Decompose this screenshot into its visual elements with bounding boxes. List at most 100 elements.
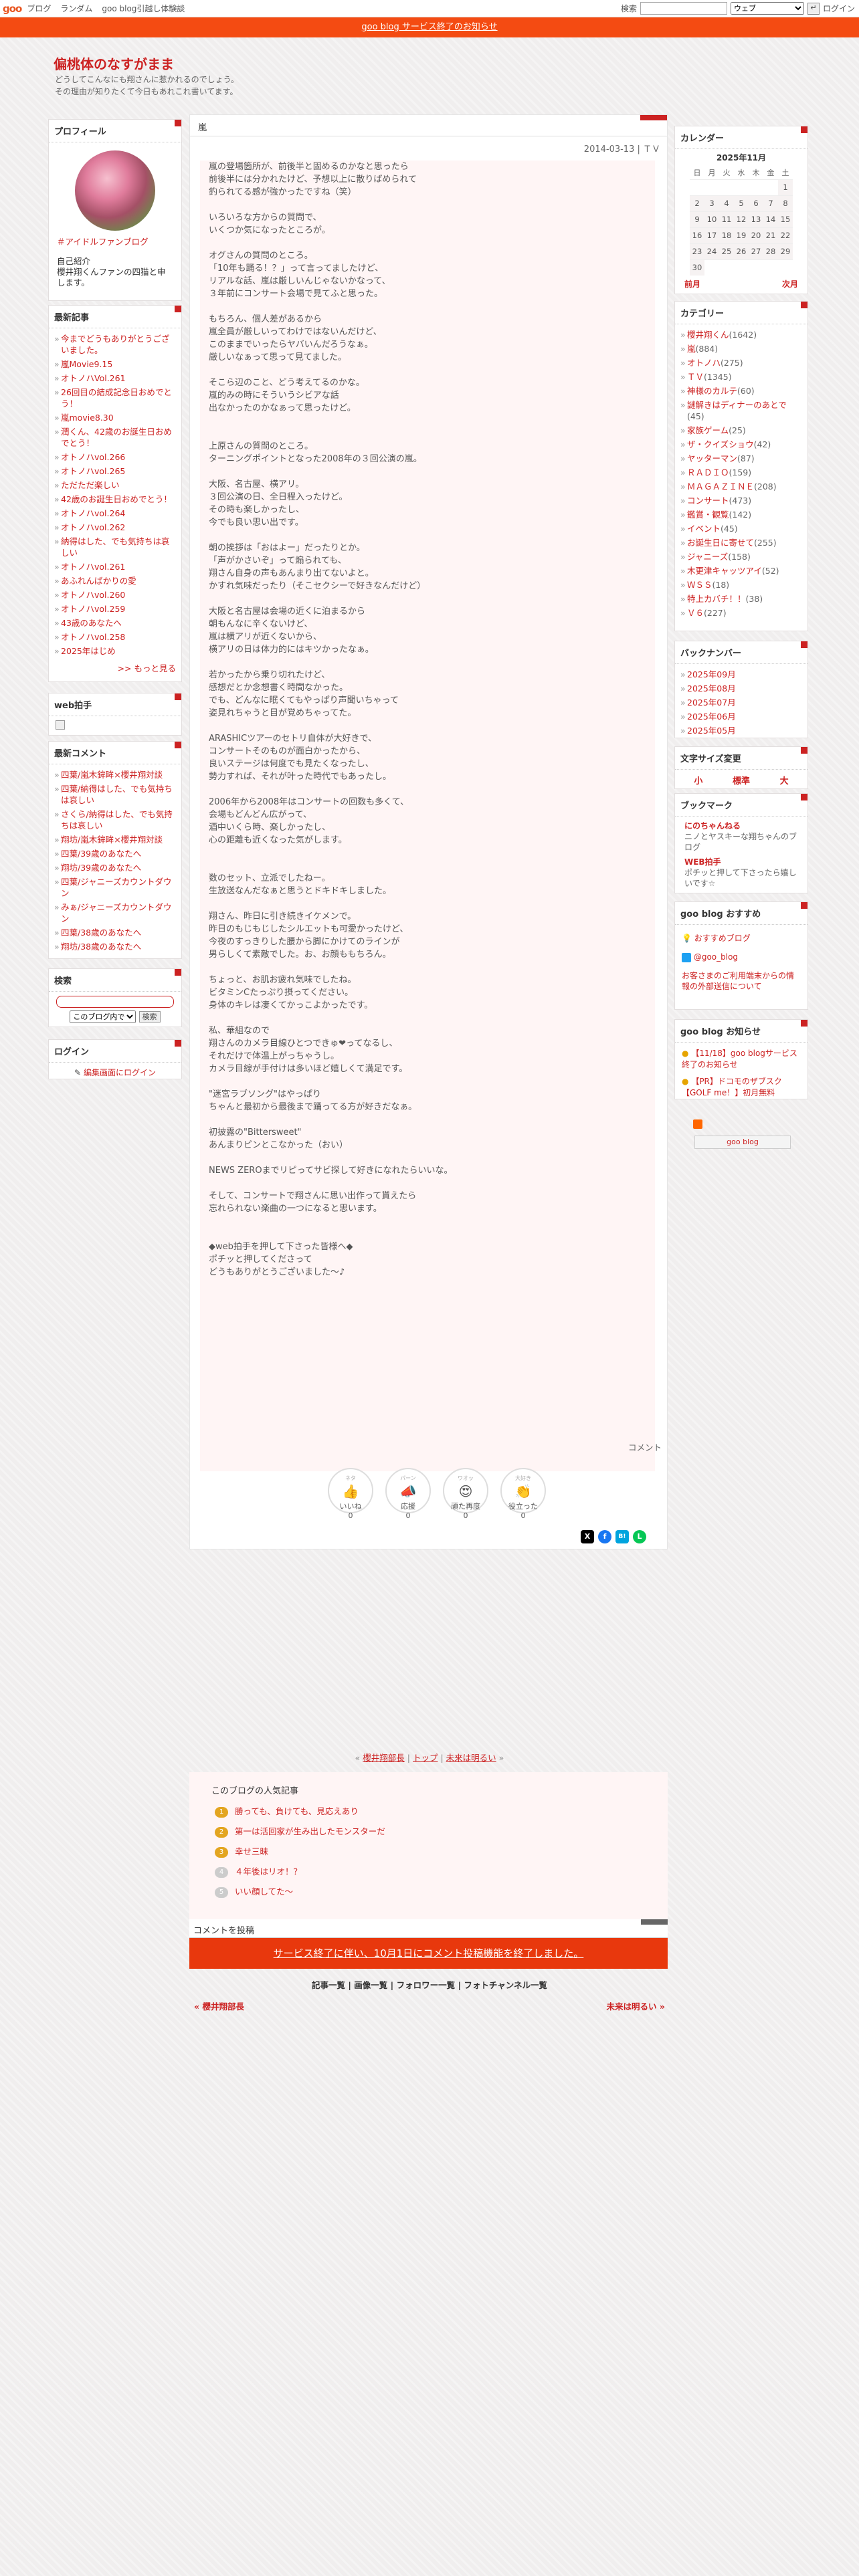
recent-post-item[interactable]: オトノハvol.258 (54, 630, 176, 644)
calendar-day[interactable]: 26 (734, 243, 749, 259)
comment-count-label[interactable]: コメント (628, 1440, 662, 1453)
footer-link-images[interactable]: 画像一覧 (354, 1980, 387, 1990)
recent-post-item[interactable]: 26回目の結成記念日おめでとう！ (54, 385, 176, 411)
comment-item[interactable]: 四葉/38歳のあなたへ (54, 926, 176, 940)
category-item[interactable]: お誕生日に寄せて(255) (680, 536, 802, 550)
popular-item[interactable]: 3 幸せ三昧 (215, 1842, 642, 1862)
category-item[interactable]: ＴＶ(1345) (680, 370, 802, 384)
calendar-day[interactable]: 6 (749, 195, 763, 211)
comment-item[interactable]: さくら/納得はした、でも気持ちは哀しい (54, 807, 176, 833)
goo-blog-badge[interactable]: goo blog (694, 1136, 791, 1149)
calendar-day[interactable]: 15 (778, 211, 793, 227)
category-item[interactable]: 木更津キャッツアイ(52) (680, 564, 802, 578)
calendar-day[interactable]: 13 (749, 211, 763, 227)
calendar-day[interactable]: 14 (763, 211, 778, 227)
recent-post-item[interactable]: オトノハvol.259 (54, 602, 176, 616)
pager-top-link[interactable]: トップ (413, 1753, 438, 1763)
category-item[interactable]: 特上カバチ！！(38) (680, 592, 802, 606)
hatena-share-icon[interactable]: B! (615, 1530, 629, 1543)
calendar-day[interactable]: 9 (690, 211, 704, 227)
popular-item[interactable]: 5 いい顔してた〜 (215, 1882, 642, 1902)
recent-post-item[interactable]: 潤くん、42歳のお誕生日おめでとう！ (54, 425, 176, 450)
facebook-share-icon[interactable]: f (598, 1530, 611, 1543)
backnumber-item[interactable]: 2025年07月 (680, 695, 802, 710)
recent-post-item[interactable]: オトノハvol.264 (54, 506, 176, 520)
rec-blog-link[interactable]: 💡 おすすめブログ (682, 929, 801, 948)
calendar-day[interactable]: 28 (763, 243, 778, 259)
next-month-link[interactable]: 次月 (782, 278, 798, 290)
twitter-link[interactable]: @goo_blog (682, 948, 801, 966)
x-share-icon[interactable]: X (581, 1530, 594, 1543)
backnumber-item[interactable]: 2025年05月 (680, 724, 802, 738)
pager-prev-link[interactable]: 櫻井翔部長 (363, 1753, 405, 1763)
calendar-day[interactable]: 16 (690, 227, 704, 243)
nav-link-random[interactable]: ランダム (60, 3, 92, 14)
more-link[interactable]: >> もっと見る (49, 661, 181, 674)
category-item[interactable]: ジャニーズ(158) (680, 550, 802, 564)
backnumber-item[interactable]: 2025年08月 (680, 681, 802, 695)
calendar-day[interactable]: 7 (763, 195, 778, 211)
recent-post-item[interactable]: あふれんばかりの愛 (54, 574, 176, 588)
blog-search-scope[interactable]: このブログ内で (70, 1010, 136, 1023)
goo-logo[interactable]: goo (3, 3, 22, 15)
backnumber-item[interactable]: 2025年06月 (680, 710, 802, 724)
rss-icon[interactable] (693, 1119, 702, 1129)
category-item[interactable]: コンサート(473) (680, 494, 802, 508)
edit-login-link[interactable]: 編集画面にログイン (84, 1068, 156, 1077)
category-item[interactable]: ヤッターマン(87) (680, 451, 802, 465)
category-item[interactable]: オトノハ(275) (680, 356, 802, 370)
recent-post-item[interactable]: 納得はした、でも気持ちは哀しい (54, 534, 176, 560)
footer-next[interactable]: 未来は明るい » (607, 2000, 665, 2012)
category-item[interactable]: ＲＡＤＩＯ(159) (680, 465, 802, 479)
recent-post-item[interactable]: オトノハVol.261 (54, 371, 176, 385)
popular-item[interactable]: 1 勝っても、負けても、見応えあり (215, 1802, 642, 1822)
footer-prev[interactable]: « 櫻井翔部長 (194, 2000, 244, 2012)
category-item[interactable]: イベント(45) (680, 522, 802, 536)
recent-post-item[interactable]: 嵐movie8.30 (54, 411, 176, 425)
recent-post-item[interactable]: 43歳のあなたへ (54, 616, 176, 630)
recent-post-item[interactable]: 今までどうもありがとうございました。 (54, 332, 176, 357)
calendar-day[interactable]: 30 (690, 259, 704, 276)
nav-link-blog[interactable]: ブログ (27, 3, 51, 14)
calendar-day[interactable]: 18 (719, 227, 734, 243)
calendar-day[interactable]: 1 (778, 179, 793, 195)
recent-post-item[interactable]: 嵐Movie9.15 (54, 357, 176, 371)
comment-item[interactable]: みぁ/ジャニーズカウントダウン (54, 900, 176, 926)
calendar-day[interactable]: 2 (690, 195, 704, 211)
line-share-icon[interactable]: L (633, 1530, 646, 1543)
reaction-cheer[interactable]: パーン 📣 応援 0 (385, 1468, 431, 1520)
calendar-day[interactable]: 12 (734, 211, 749, 227)
calendar-day[interactable]: 3 (704, 195, 719, 211)
comment-closed-text[interactable]: サービス終了に伴い、10月1日にコメント投稿機能を終了しました。 (274, 1947, 584, 1959)
category-item[interactable]: 神様のカルテ(60) (680, 384, 802, 398)
search-scope-select[interactable]: ウェブ (730, 2, 804, 15)
calendar-day[interactable]: 22 (778, 227, 793, 243)
comment-item[interactable]: 翔坊/38歳のあなたへ (54, 940, 176, 954)
calendar-day[interactable]: 19 (734, 227, 749, 243)
footer-link-followers[interactable]: フォロワー一覧 (397, 1980, 456, 1990)
reaction-helpful[interactable]: 大好き 👏 役立った 0 (500, 1468, 546, 1520)
blog-search-input[interactable] (56, 996, 174, 1008)
blog-search-button[interactable]: 検索 (138, 1010, 161, 1023)
category-item[interactable]: 謎解きはディナーのあとで(45) (680, 398, 802, 423)
calendar-day[interactable]: 4 (719, 195, 734, 211)
calendar-day[interactable]: 24 (704, 243, 719, 259)
popular-item[interactable]: 2 第一は活回家が生み出したモンスターだ (215, 1822, 642, 1842)
profile-link[interactable]: ＃アイドルファンブログ (57, 235, 173, 247)
prev-month-link[interactable]: 前月 (684, 278, 700, 290)
category-item[interactable]: ＭＡＧＡＺＩＮＥ(208) (680, 479, 802, 494)
recent-post-item[interactable]: 42歳のお誕生日おめでとう！ (54, 492, 176, 506)
comment-item[interactable]: 四葉/納得はした、でも気持ちは哀しい (54, 782, 176, 807)
blog-title[interactable]: 偏桃体のなすがまま (54, 53, 174, 73)
bookmark-2-link[interactable]: WEB拍手 (684, 857, 798, 867)
calendar-day[interactable]: 10 (704, 211, 719, 227)
webclap-image[interactable] (56, 720, 65, 730)
category-item[interactable]: ザ・クイズショウ(42) (680, 437, 802, 451)
article-category[interactable]: 嵐 (190, 115, 667, 136)
recent-post-item[interactable]: オトノハvol.266 (54, 450, 176, 464)
category-item[interactable]: 家族ゲーム(25) (680, 423, 802, 437)
category-item[interactable]: ＷＳＳ(18) (680, 578, 802, 592)
popular-item[interactable]: 4 ４年後はリオ！？ (215, 1862, 642, 1882)
recent-post-item[interactable]: オトノハvol.261 (54, 560, 176, 574)
bookmark-1-link[interactable]: にのちゃんねる (684, 821, 798, 831)
